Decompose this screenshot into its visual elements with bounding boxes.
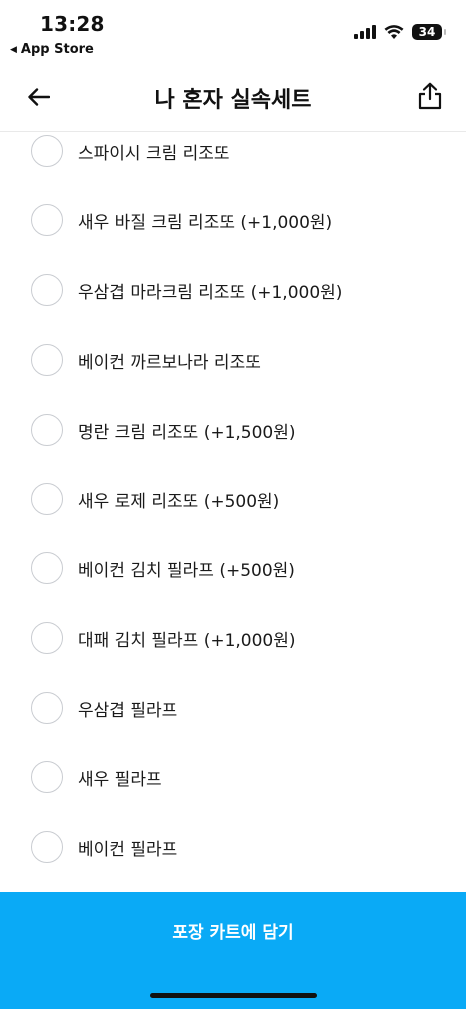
status-icons: 34: [354, 24, 446, 40]
option-item[interactable]: 새우 필라프: [0, 752, 466, 802]
option-item[interactable]: 베이컨 까르보나라 리조또: [0, 335, 466, 385]
option-list: 스파이시 크림 리조또 새우 바질 크림 리조또 (+1,000원) 우삼겹 마…: [0, 132, 466, 892]
radio-button[interactable]: [31, 344, 63, 376]
status-bar: 13:28 ◀ App Store 34: [0, 0, 466, 62]
app-store-back-link[interactable]: ◀ App Store: [10, 42, 94, 57]
option-label: 새우 바질 크림 리조또 (+1,000원): [78, 212, 333, 233]
option-item[interactable]: 새우 로제 리조또 (+500원): [0, 474, 466, 524]
share-icon: [418, 82, 442, 110]
option-label: 베이컨 까르보나라 리조또: [78, 352, 261, 373]
add-to-cart-button[interactable]: 포장 카트에 담기: [0, 892, 466, 968]
radio-button[interactable]: [31, 761, 63, 793]
option-item[interactable]: 스파이시 크림 리조또: [0, 132, 466, 176]
option-item[interactable]: 베이컨 김치 필라프 (+500원): [0, 543, 466, 593]
option-label: 베이컨 김치 필라프 (+500원): [78, 560, 295, 581]
option-label: 베이컨 필라프: [78, 839, 178, 860]
option-label: 스파이시 크림 리조또: [78, 143, 230, 164]
radio-button[interactable]: [31, 274, 63, 306]
option-item[interactable]: 대패 김치 필라프 (+1,000원): [0, 613, 466, 663]
option-item[interactable]: 명란 크림 리조또 (+1,500원): [0, 405, 466, 455]
option-label: 새우 필라프: [78, 769, 162, 790]
option-label: 새우 로제 리조또 (+500원): [78, 491, 280, 512]
radio-button[interactable]: [31, 831, 63, 863]
option-label: 우삼겹 마라크림 리조또 (+1,000원): [78, 282, 343, 303]
share-button[interactable]: [412, 78, 448, 114]
option-item[interactable]: 우삼겹 마라크림 리조또 (+1,000원): [0, 265, 466, 315]
status-time: 13:28: [40, 12, 105, 36]
radio-button[interactable]: [31, 552, 63, 584]
header: 나 혼자 실속세트: [0, 62, 466, 132]
option-label: 우삼겹 필라프: [78, 700, 178, 721]
battery-level: 34: [418, 25, 436, 39]
battery-icon: 34: [412, 24, 446, 40]
radio-button[interactable]: [31, 692, 63, 724]
radio-button[interactable]: [31, 622, 63, 654]
page-title: 나 혼자 실속세트: [154, 88, 312, 113]
option-item[interactable]: 새우 바질 크림 리조또 (+1,000원): [0, 195, 466, 245]
wifi-icon: [384, 24, 404, 39]
back-triangle-icon: ◀: [10, 44, 17, 55]
option-label: 대패 김치 필라프 (+1,000원): [78, 630, 296, 651]
screen: 13:28 ◀ App Store 34 나 혼자 실속세트 스파이시 크림 리…: [0, 0, 466, 1009]
signal-icon: [354, 25, 376, 39]
cart-bar: 포장 카트에 담기: [0, 892, 466, 1009]
radio-button[interactable]: [31, 204, 63, 236]
app-store-label: App Store: [20, 42, 94, 57]
option-item[interactable]: 베이컨 필라프: [0, 822, 466, 872]
home-indicator[interactable]: [150, 993, 317, 998]
radio-button[interactable]: [31, 135, 63, 167]
option-label: 명란 크림 리조또 (+1,500원): [78, 422, 296, 443]
radio-button[interactable]: [31, 414, 63, 446]
option-item[interactable]: 우삼겹 필라프: [0, 683, 466, 733]
radio-button[interactable]: [31, 483, 63, 515]
